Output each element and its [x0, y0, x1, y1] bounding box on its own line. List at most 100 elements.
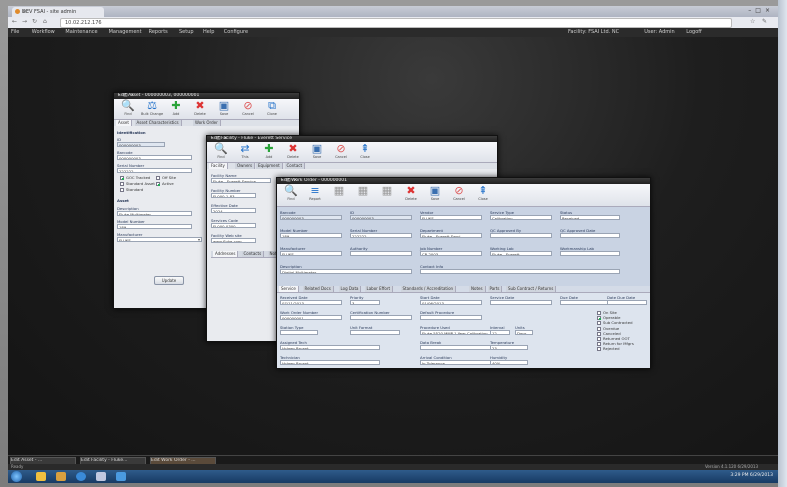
header-field[interactable]: [490, 233, 552, 238]
service-field[interactable]: Volgen Bryant: [280, 345, 380, 350]
service-field[interactable]: [490, 300, 552, 305]
header-field[interactable]: CR-2003: [420, 251, 482, 256]
star-icon[interactable]: ☆: [750, 18, 755, 25]
close-button[interactable]: ⇞ Close: [472, 185, 494, 203]
window-controls[interactable]: –□×: [118, 93, 297, 98]
home-icon[interactable]: ⌂: [43, 18, 47, 25]
window-controls[interactable]: –□×: [281, 178, 648, 183]
tab-standards-accreditation[interactable]: Standards / Accreditation: [400, 286, 457, 292]
app-icon[interactable]: [96, 472, 106, 481]
tool-button[interactable]: ▦: [376, 185, 398, 203]
close-icon[interactable]: ×: [22, 9, 101, 15]
cancel-button[interactable]: ⊘ Cancel: [448, 185, 470, 203]
cancel-button[interactable]: ⊘ Cancel: [237, 100, 259, 118]
standard-asset-checkbox[interactable]: [120, 182, 124, 186]
service-field[interactable]: Days: [515, 330, 533, 335]
status-checkbox[interactable]: [597, 347, 601, 352]
menu-file[interactable]: File: [11, 29, 19, 35]
tab-parts[interactable]: Parts: [487, 286, 503, 292]
add-button[interactable]: ✚ Add: [165, 100, 187, 118]
window-controls[interactable]: –□×: [211, 136, 495, 141]
status-checkbox[interactable]: [597, 321, 601, 326]
model-field[interactable]: 189: [117, 224, 192, 229]
serial-field[interactable]: 222222: [117, 168, 192, 173]
save-button[interactable]: ▣ Save: [213, 100, 235, 118]
clock-time[interactable]: 3:29 PM: [730, 473, 748, 478]
folder-icon[interactable]: [36, 472, 46, 481]
service-field[interactable]: 23: [490, 345, 528, 350]
service-field[interactable]: Fluke 5520 MMP 1 Year Calibration: [420, 330, 500, 335]
service-field[interactable]: 000000001: [280, 315, 342, 320]
menu-setup[interactable]: Setup: [179, 29, 194, 35]
menu-help[interactable]: Help: [203, 29, 214, 35]
reload-icon[interactable]: ↻: [32, 18, 37, 25]
facility-number-field[interactable]: FL000-1-83: [211, 193, 256, 198]
find-button[interactable]: 🔍 Find: [210, 143, 232, 161]
tab-contacts[interactable]: Contacts: [241, 251, 265, 257]
header-field[interactable]: Digital Multimeter: [280, 269, 412, 274]
status-checkbox[interactable]: [597, 316, 601, 321]
menu-reports[interactable]: Reports: [149, 29, 168, 35]
barcode-field[interactable]: 000000003: [117, 155, 192, 160]
menu-workflow[interactable]: Workflow: [32, 29, 55, 35]
header-field[interactable]: 000000003: [280, 215, 342, 220]
browser-tab[interactable]: DEV FSAI - site admin ×: [12, 7, 104, 17]
url-input[interactable]: 10.02.212.176: [60, 18, 732, 28]
save-button[interactable]: ▣ Save: [306, 143, 328, 161]
clock-date[interactable]: 6/29/2013: [750, 473, 773, 478]
off-site-checkbox[interactable]: [156, 176, 160, 180]
ie-icon[interactable]: [76, 472, 86, 481]
media-icon[interactable]: [56, 472, 66, 481]
clone-button[interactable]: ⧉ Clone: [261, 100, 283, 118]
tool-button[interactable]: ▦: [328, 185, 350, 203]
service-field[interactable]: 01/06/2013: [420, 300, 482, 305]
header-field[interactable]: Received: [560, 215, 620, 220]
menu-configure[interactable]: Configure: [224, 29, 248, 35]
tab-sub-contract-returns[interactable]: Sub Contract / Returns: [506, 286, 557, 292]
cancel-button[interactable]: ⊘ Cancel: [330, 143, 352, 161]
app-icon[interactable]: [116, 472, 126, 481]
delete-button[interactable]: ✖ Delete: [189, 100, 211, 118]
menu-maintenance[interactable]: Maintenance: [65, 29, 97, 35]
window-controls[interactable]: –□×: [748, 7, 774, 14]
tab-addresses[interactable]: Addresses: [213, 251, 239, 257]
tab-labor-effort[interactable]: Labor Effort: [364, 286, 394, 292]
effective-date-field[interactable]: 2024: [211, 208, 256, 213]
header-field[interactable]: 222222: [350, 233, 412, 238]
service-field[interactable]: 40%: [490, 360, 528, 365]
service-field[interactable]: [280, 330, 318, 335]
header-field[interactable]: FLUKE: [280, 251, 342, 256]
header-field[interactable]: [560, 233, 620, 238]
description-field[interactable]: Fluke Multimeter: [117, 211, 192, 216]
service-field[interactable]: 12: [490, 330, 510, 335]
save-button[interactable]: ▣ Save: [424, 185, 446, 203]
goc-tracked-checkbox[interactable]: [120, 176, 124, 180]
back-icon[interactable]: ←: [12, 18, 17, 25]
header-field[interactable]: Calibration: [490, 215, 552, 220]
status-checkbox[interactable]: [597, 342, 601, 347]
forward-icon[interactable]: →: [22, 18, 27, 25]
menu-management[interactable]: Management: [109, 29, 142, 35]
service-field[interactable]: Volgen Bryant: [280, 360, 380, 365]
id-field[interactable]: 000000003: [117, 142, 165, 147]
service-field[interactable]: [420, 315, 482, 320]
service-field[interactable]: [350, 315, 412, 320]
header-field[interactable]: Fluke - Everett Servi...: [420, 233, 482, 238]
delete-button[interactable]: ✖ Delete: [282, 143, 304, 161]
this-button[interactable]: ⇄ This: [234, 143, 256, 161]
menu-right-item[interactable]: User: Admin: [644, 29, 675, 35]
header-field[interactable]: 000000003: [350, 215, 412, 220]
status-checkbox[interactable]: [597, 337, 601, 341]
service-field[interactable]: In Tolerance: [420, 360, 500, 365]
menu-right-item[interactable]: Facility: FSAI Ltd. NC: [568, 29, 619, 35]
tab-related-docs[interactable]: Related Docs: [302, 286, 334, 292]
header-field[interactable]: [420, 269, 620, 274]
header-field[interactable]: FLUKE: [420, 215, 482, 220]
find-button[interactable]: 🔍 Find: [280, 185, 302, 203]
tab-notes[interactable]: Notes: [469, 286, 486, 292]
service-field[interactable]: 07/11/2013: [280, 300, 342, 305]
service-field[interactable]: [420, 345, 500, 350]
report-button[interactable]: ≡ Report: [304, 185, 326, 203]
find-button[interactable]: 🔍 Find: [117, 100, 139, 118]
header-field[interactable]: Fluke - Everett: [490, 251, 552, 256]
